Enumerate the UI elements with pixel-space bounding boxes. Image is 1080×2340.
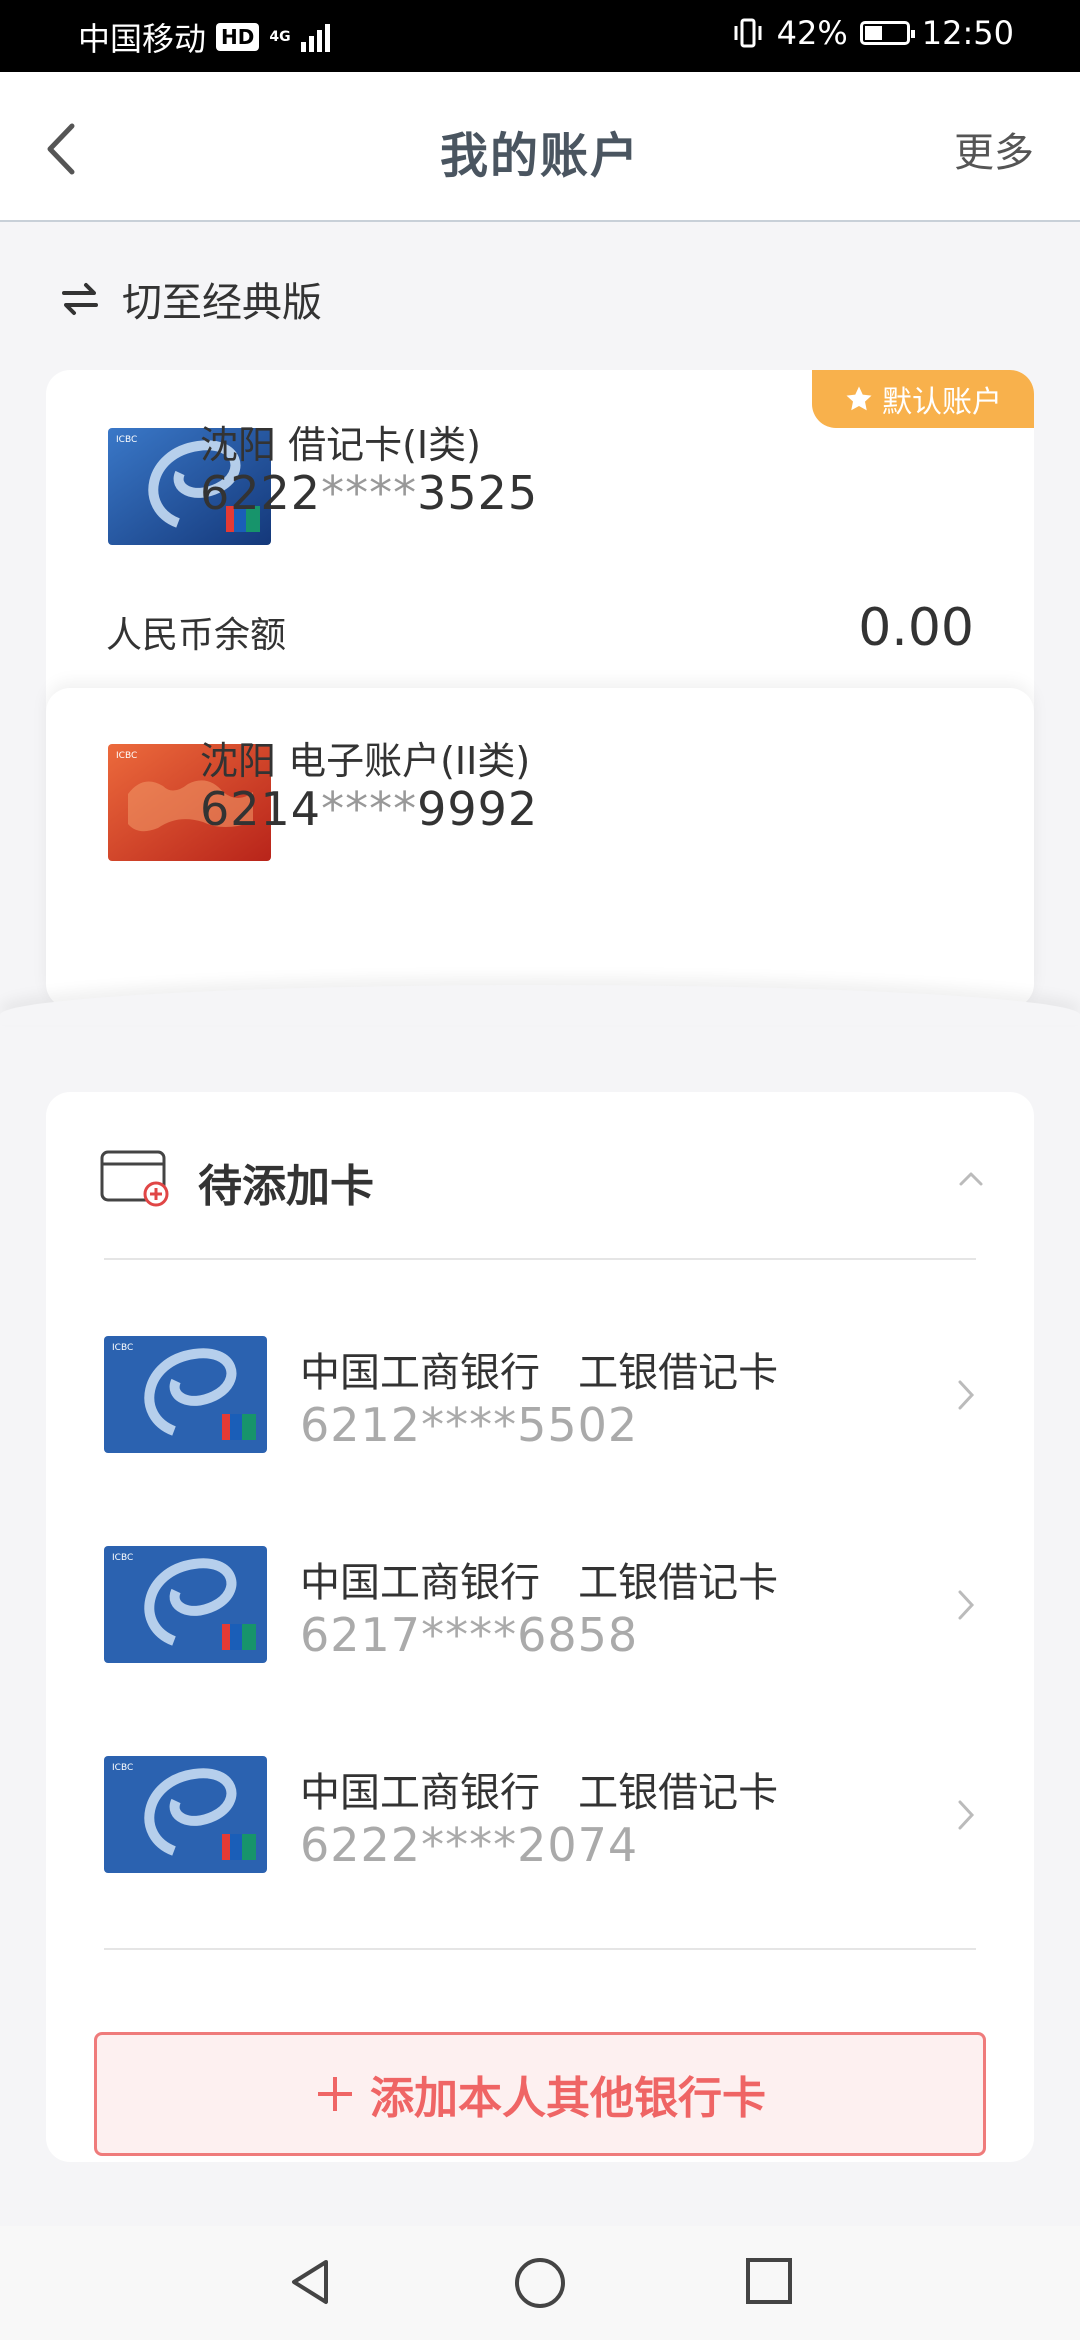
plus-icon [318, 2077, 352, 2111]
switch-classic-label: 切至经典版 [122, 280, 322, 326]
account-card-default[interactable]: 默认账户 ICBC 沈阳 借记卡(I类) 6222****3525 人民币余额 … [46, 370, 1034, 730]
system-nav-bar [0, 2226, 1080, 2340]
balance-label: 人民币余额 [106, 615, 287, 656]
svg-text:ICBC: ICBC [116, 435, 137, 445]
account-card-electronic[interactable]: ICBC 沈阳 电子账户(II类) 6214****9992 [46, 688, 1034, 1008]
swap-icon [62, 283, 98, 315]
battery-percent: 42% [776, 14, 848, 52]
section-title: 待添加卡 [198, 1161, 374, 1212]
pending-card-name: 中国工商银行 工银借记卡 [300, 1770, 779, 1816]
nav-recents-icon[interactable] [744, 2256, 794, 2306]
chevron-up-icon[interactable] [958, 1166, 984, 1192]
vibrate-icon [734, 18, 762, 48]
svg-text:ICBC: ICBC [112, 1763, 133, 1773]
pending-card-name: 中国工商银行 工银借记卡 [300, 1560, 779, 1606]
account-name: 沈阳 电子账户(II类) [200, 739, 531, 783]
add-other-card-label: 添加本人其他银行卡 [370, 2073, 766, 2124]
add-other-card-button[interactable]: 添加本人其他银行卡 [94, 2032, 986, 2156]
status-right: 42% 12:50 [731, 14, 1014, 52]
default-account-badge: 默认账户 [812, 370, 1034, 428]
default-account-label: 默认账户 [882, 385, 1002, 420]
chevron-right-icon [958, 1800, 975, 1830]
pending-card-number: 6222****2074 [300, 1818, 639, 1872]
pending-card-name: 中国工商银行 工银借记卡 [300, 1350, 779, 1396]
switch-classic-link[interactable]: 切至经典版 [60, 270, 322, 328]
battery-icon [859, 21, 915, 45]
account-name: 沈阳 借记卡(I类) [200, 423, 481, 467]
star-icon [846, 386, 872, 411]
add-card-icon [100, 1150, 169, 1207]
status-bar: 中国移动 HD 4G 42% 12:50 [0, 0, 1080, 72]
pending-card-number: 6217****6858 [300, 1608, 639, 1662]
page-title: 我的账户 [439, 128, 640, 184]
nav-back-icon[interactable] [284, 2256, 336, 2308]
pending-cards-panel: 待添加卡 ICBC 中国工商银行 工银借记卡 6212****5502 ICBC… [46, 1092, 1034, 2162]
pending-card-number: 6212****5502 [300, 1398, 639, 1452]
divider [104, 1948, 976, 1950]
status-left: 中国移动 HD 4G [78, 14, 330, 60]
svg-text:ICBC: ICBC [112, 1343, 133, 1353]
network-label: 4G [269, 29, 291, 45]
svg-text:ICBC: ICBC [112, 1553, 133, 1563]
pending-card-row[interactable]: ICBC 中国工商银行 工银借记卡 6217****6858 [104, 1546, 976, 1726]
bank-card-image: ICBC [104, 1756, 267, 1873]
pending-card-row[interactable]: ICBC 中国工商银行 工银借记卡 6222****2074 [104, 1756, 976, 1936]
chevron-right-icon [958, 1380, 975, 1410]
clock: 12:50 [921, 14, 1014, 52]
account-number: 6214****9992 [200, 782, 539, 836]
nav-home-icon[interactable] [513, 2256, 567, 2310]
chevron-right-icon [958, 1590, 975, 1620]
bank-card-image: ICBC [104, 1546, 267, 1663]
account-number: 6222****3525 [200, 466, 539, 520]
balance-value: 0.00 [858, 598, 974, 658]
bank-card-image: ICBC [104, 1336, 267, 1453]
carrier-label: 中国移动 [78, 20, 207, 58]
pending-card-row[interactable]: ICBC 中国工商银行 工银借记卡 6212****5502 [104, 1336, 976, 1516]
svg-text:ICBC: ICBC [116, 751, 137, 761]
divider [104, 1258, 976, 1260]
nav-bar: 我的账户 更多 [0, 72, 1080, 222]
hd-badge: HD [216, 23, 260, 51]
signal-icon [300, 22, 330, 52]
more-button[interactable]: 更多 [954, 120, 1034, 178]
